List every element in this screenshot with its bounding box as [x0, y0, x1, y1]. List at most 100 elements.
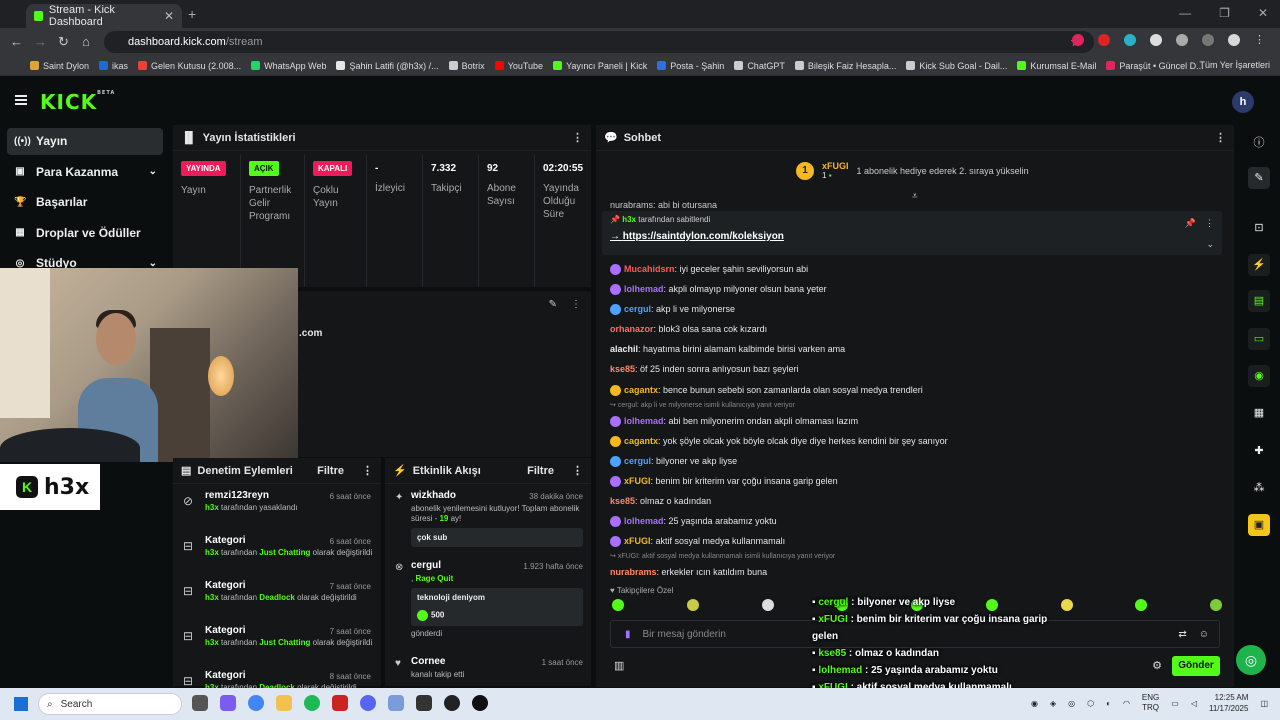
tray-icon[interactable]: ◈	[1050, 699, 1056, 708]
chat-username[interactable]: lolhemad	[624, 284, 664, 294]
chat-username[interactable]: Mucahidsrn	[624, 264, 675, 274]
bolt-icon[interactable]: ⚡	[1248, 254, 1270, 276]
bookmark-item[interactable]: Bileşik Faiz Hesapla...	[794, 61, 896, 71]
capture-icon[interactable]: ⊡	[1248, 217, 1270, 239]
chat-username[interactable]: cagantx	[624, 385, 658, 395]
chat-message[interactable]: cergul: akp li ve milyonerse	[610, 299, 1220, 319]
more-options-icon[interactable]: ⋮	[1205, 218, 1214, 229]
reload-icon[interactable]: ↻	[58, 34, 69, 50]
chat-message[interactable]: cagantx: yok şöyle olcak yok böyle olcak…	[610, 431, 1220, 451]
more-options-icon[interactable]: ⋮	[572, 464, 583, 477]
edit-icon[interactable]: ✎	[1248, 167, 1270, 189]
spotify-icon[interactable]	[304, 695, 320, 711]
chat-message[interactable]: xFUGI: benim bir kriterim var çoğu insan…	[610, 471, 1220, 491]
chat-username[interactable]: xFUGI	[624, 476, 651, 486]
store-icon[interactable]: ▥	[614, 659, 624, 672]
url-input[interactable]: dashboard.kick.com/stream	[104, 31, 1094, 53]
sidebar-item-yayin[interactable]: ((•)) Yayın	[7, 128, 163, 155]
support-button[interactable]: ◎	[1236, 645, 1266, 675]
translate-icon[interactable]: ⇄	[1178, 629, 1186, 640]
close-tab-icon[interactable]: ✕	[164, 9, 174, 23]
more-options-icon[interactable]: ⋮	[362, 464, 373, 477]
bookmark-item[interactable]: YouTube	[494, 61, 543, 71]
emote-icon[interactable]	[612, 599, 624, 611]
chat-message[interactable]: lolhemad: akpli olmayıp milyoner olsun b…	[610, 279, 1220, 299]
browser-menu-icon[interactable]: ⋮	[1254, 34, 1266, 46]
clapper-icon[interactable]: ▣	[1248, 514, 1270, 536]
forward-icon[interactable]: →	[34, 34, 47, 49]
extension-icon[interactable]	[1072, 34, 1084, 46]
wrench-icon[interactable]: ✚	[1248, 440, 1270, 462]
chat-username[interactable]: nurabrams	[610, 567, 657, 577]
terminal-icon[interactable]	[416, 695, 432, 711]
tray-icon[interactable]: ◐	[1106, 699, 1111, 708]
chat-message[interactable]: lolhemad: 25 yaşında arabamız yoktu	[610, 511, 1220, 531]
pinned-link[interactable]: → https://saintdylon.com/koleksiyon	[610, 231, 1214, 242]
bookmark-item[interactable]: ikas	[99, 61, 128, 71]
chat-username[interactable]: cergul	[624, 456, 651, 466]
chat-username[interactable]: lolhemad	[624, 516, 664, 526]
bookmark-item[interactable]: Paraşüt • Güncel D...	[1106, 61, 1204, 71]
chat-username[interactable]: kse85	[610, 364, 635, 374]
extension-icon[interactable]	[1150, 34, 1162, 46]
kick-logo[interactable]: KICKBETA	[40, 90, 115, 114]
extension-icon[interactable]	[1124, 34, 1136, 46]
profile-avatar-icon[interactable]	[1228, 34, 1240, 46]
emoji-icon[interactable]: ☺	[1199, 629, 1209, 640]
chat-message[interactable]: Mucahidsrn: iyi geceler şahin seviliyors…	[610, 259, 1220, 279]
print-icon[interactable]: ▦	[1248, 402, 1270, 424]
sidebar-item-para-kazanma[interactable]: ▣ Para Kazanma ⌄	[7, 159, 163, 186]
split-view-icon[interactable]	[1202, 34, 1214, 46]
extension-icon[interactable]	[1098, 34, 1110, 46]
clock[interactable]: 12:25 AM 11/17/2025	[1209, 692, 1248, 714]
chat-message[interactable]: kse85: olmaz o kadından	[610, 491, 1220, 511]
filter-button[interactable]: Filtre	[527, 465, 554, 477]
emote-icon[interactable]	[1210, 599, 1222, 611]
unpin-icon[interactable]: 📌	[1185, 218, 1196, 229]
bookmark-item[interactable]: ChatGPT	[734, 61, 785, 71]
bookmark-item[interactable]: Saint Dylon	[30, 61, 89, 71]
chat-message[interactable]: kse85: öf 25 inden sonra anlıyosun bazı …	[610, 359, 1220, 379]
notes-icon[interactable]: ▤	[1248, 290, 1270, 312]
tray-icon[interactable]: ◎	[1068, 699, 1075, 708]
chat-message[interactable]: cergul: bilyoner ve akp liyse	[610, 451, 1220, 471]
info-icon[interactable]: ⓘ	[1248, 132, 1270, 154]
chat-message[interactable]: alachil: hayatıma birini alamam kalbimde…	[610, 339, 1220, 359]
all-bookmarks[interactable]: Tüm Yer İşaretleri	[1199, 60, 1270, 70]
taskbar-search[interactable]: ⌕ Search	[38, 693, 182, 715]
minimize-icon[interactable]: —	[1179, 6, 1191, 20]
more-options-icon[interactable]: ⋮	[1215, 131, 1226, 144]
emote-picker-icon[interactable]: ▮	[625, 629, 631, 640]
bookmark-item[interactable]: Şahin Latifi (@h3x) /...	[336, 61, 439, 71]
chat-username[interactable]: lolhemad	[624, 416, 664, 426]
chat-message[interactable]: orhanazor: blok3 olsa sana cok kızardı	[610, 319, 1220, 339]
tray-icon[interactable]: ⬡	[1087, 699, 1094, 708]
gift-leaderboard[interactable]: 1 xFUGI 1 ▪ 1 abonelik hediye ederek 2. …	[796, 161, 1029, 180]
chat-username[interactable]: orhanazor	[610, 324, 654, 334]
chat-icon[interactable]: ▭	[1248, 328, 1270, 350]
more-options-icon[interactable]: ⋮	[571, 299, 581, 310]
network-icon[interactable]: ▭	[1171, 699, 1179, 708]
filter-button[interactable]: Filtre	[317, 465, 344, 477]
user-avatar[interactable]: h	[1232, 91, 1254, 113]
windows-start-icon[interactable]	[14, 697, 28, 711]
new-tab-icon[interactable]: +	[188, 6, 196, 22]
emote-icon[interactable]	[761, 599, 774, 611]
collapse-icon[interactable]: ⩡	[912, 191, 918, 202]
chat-username[interactable]: alachil	[610, 344, 638, 354]
chat-username[interactable]: cergul	[624, 304, 651, 314]
chat-message[interactable]: xFUGI: aktif sosyal medya kullanmamalı	[610, 531, 1220, 551]
extensions-puzzle-icon[interactable]	[1176, 34, 1188, 46]
chat-username[interactable]: cagantx	[624, 436, 658, 446]
browser-tab[interactable]: Stream - Kick Dashboard ✕	[26, 4, 182, 28]
app-icon[interactable]	[192, 695, 208, 711]
sidebar-item-basarilar[interactable]: 🏆 Başarılar	[7, 189, 163, 216]
chat-message[interactable]: lolhemad: abi ben milyonerim ondan akpli…	[610, 411, 1220, 431]
app-icon[interactable]	[444, 695, 460, 711]
edit-icon[interactable]: ✎	[549, 299, 557, 310]
back-icon[interactable]: ←	[10, 34, 23, 49]
emote-icon[interactable]	[1135, 599, 1148, 611]
notifications-icon[interactable]: ◫	[1260, 699, 1268, 708]
chat-username[interactable]: xFUGI	[624, 536, 651, 546]
folder-icon[interactable]	[276, 695, 292, 711]
